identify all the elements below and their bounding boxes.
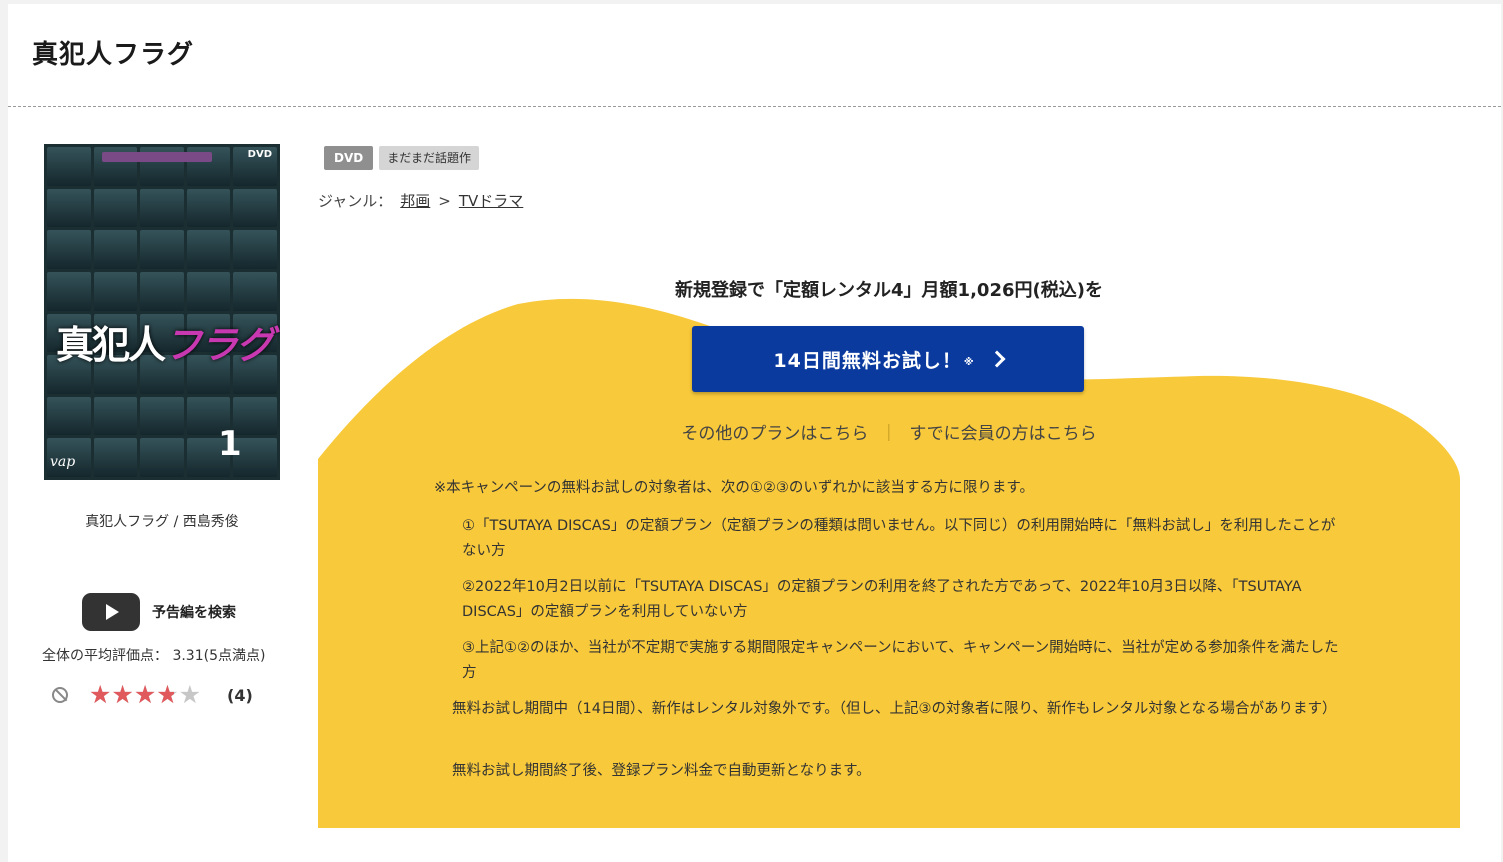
note-condition-2: ②2022年10月2日以前に「TSUTAYA DISCAS」の定額プランの利用を… (462, 579, 1302, 620)
trailer-search-label[interactable]: 予告編を検索 (152, 602, 236, 622)
genre-link-tv-drama[interactable]: TVドラマ (459, 190, 523, 211)
note-new-release: 無料お試し期間中（14日間）、新作はレンタル対象外です。（但し、上記③の対象者に… (452, 701, 1337, 717)
cover-tagline-bar (102, 152, 212, 162)
average-rating-text: 全体の平均評価点： 3.31(5点満点) (42, 648, 266, 664)
cover-portrait (93, 271, 138, 311)
review-count-link[interactable]: (4) (227, 686, 253, 705)
free-trial-button[interactable]: 14日間無料お試し！ ※ (692, 326, 1084, 392)
cover-title: 真犯人フラグ (56, 314, 274, 369)
cover-portrait (93, 396, 138, 436)
cover-portrait (93, 230, 138, 269)
rating-row: ★★★★★ ★★★★★ (4) (52, 680, 284, 710)
genre-breadcrumb: ジャンル： 邦画 > TVドラマ (318, 190, 523, 211)
cover-title-main: 真犯人 (56, 323, 166, 367)
cover-portrait (140, 230, 184, 269)
badge-row: DVD まだまだ話題作 (324, 146, 479, 170)
star-rating-filled: ★★★★★ (89, 682, 174, 708)
cover-volume: 1 (218, 424, 242, 464)
cover-portrait (47, 188, 91, 228)
format-badge: DVD (324, 146, 374, 170)
cover-title-accent: フラグ (164, 323, 274, 367)
page-title: 真犯人フラグ (32, 40, 195, 70)
cover-dvd-logo: DVD (247, 149, 272, 160)
campaign-headline: 新規登録で「定額レンタル4」月額1,026円(税込)を (675, 280, 1103, 301)
cover-portrait (186, 188, 231, 228)
cover-portrait (140, 188, 184, 228)
divider (8, 106, 1501, 107)
breadcrumb-separator: > (438, 191, 451, 210)
dvd-cover-image[interactable]: DVD 真犯人フラグ 1 vap (44, 144, 280, 480)
cover-portrait (47, 396, 91, 436)
plan-links: その他のプランはこちら ｜ すでに会員の方はこちら (318, 419, 1460, 444)
chevron-right-icon (988, 350, 1006, 368)
title-cast-caption: 真犯人フラグ / 西島秀俊 (85, 514, 239, 530)
cover-portrait (140, 396, 184, 436)
cover-portrait (233, 230, 277, 269)
genre-link-japanese-film[interactable]: 邦画 (400, 190, 430, 211)
note-condition-3: ③上記①②のほか、当社が不定期で実施する期間限定キャンペーンにおいて、キャンペー… (462, 640, 1339, 681)
link-separator: ｜ (880, 424, 898, 444)
cover-portrait (186, 230, 231, 269)
free-trial-label[interactable]: 14日間無料お試し！ (773, 346, 961, 373)
cover-portrait (47, 147, 91, 186)
footnote-mark: ※ (963, 356, 975, 368)
cover-portrait (140, 438, 184, 477)
trailer-search-button[interactable]: 予告編を検索 (82, 592, 236, 632)
cover-portrait (233, 271, 277, 311)
cover-portrait (233, 188, 277, 228)
cover-portrait (186, 271, 231, 311)
cover-portrait (93, 188, 138, 228)
not-interested-icon[interactable] (52, 687, 68, 703)
cover-label-logo: vap (50, 454, 76, 470)
cover-portrait (47, 230, 91, 269)
trending-badge: まだまだ話題作 (379, 146, 479, 170)
member-login-link[interactable]: すでに会員の方はこちら (909, 424, 1096, 444)
cover-portrait (140, 271, 184, 311)
cover-portrait (47, 271, 91, 311)
cover-portrait (93, 438, 138, 477)
note-eligibility-heading: ※本キャンペーンの無料お試しの対象者は、次の①②③のいずれかに該当する方に限りま… (434, 480, 1034, 496)
star-rating[interactable]: ★★★★★ ★★★★★ (89, 682, 217, 708)
other-plans-link[interactable]: その他のプランはこちら (681, 424, 868, 444)
play-video-icon[interactable] (82, 593, 140, 631)
note-condition-1: ①「TSUTAYA DISCAS」の定額プラン（定額プランの種類は問いません。以… (462, 518, 1336, 559)
note-auto-renewal: 無料お試し期間終了後、登録プラン料金で自動更新となります。 (452, 763, 871, 779)
page: 真犯人フラグ DVD 真犯人フラグ 1 vap 真犯人フラグ / 西島秀俊 予告… (8, 4, 1501, 862)
genre-label: ジャンル： (318, 192, 393, 210)
cover-portraits (44, 144, 280, 480)
